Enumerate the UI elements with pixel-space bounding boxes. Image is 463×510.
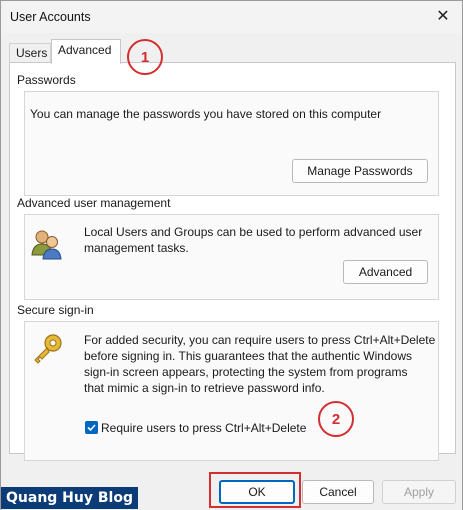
- passwords-description: You can manage the passwords you have st…: [30, 107, 382, 121]
- key-icon: [34, 334, 62, 364]
- checkmark-icon: [87, 424, 96, 432]
- window-title: User Accounts: [10, 10, 91, 24]
- tab-users[interactable]: Users: [9, 43, 51, 63]
- annotation-marker-1: 1: [127, 39, 163, 75]
- passwords-group-box: You can manage the passwords you have st…: [24, 91, 439, 196]
- passwords-heading: Passwords: [17, 73, 80, 87]
- advanced-user-mgmt-description-2: management tasks.: [84, 241, 189, 255]
- require-ctrl-alt-delete-checkbox[interactable]: [85, 421, 98, 434]
- advanced-user-mgmt-heading: Advanced user management: [17, 196, 175, 210]
- annotation-marker-2: 2: [318, 401, 354, 437]
- secure-signin-group-box: For added security, you can require user…: [24, 321, 439, 461]
- secure-signin-heading: Secure sign-in: [17, 303, 98, 317]
- secure-signin-description-1: For added security, you can require user…: [84, 333, 436, 347]
- blog-watermark: Quang Huy Blog: [1, 487, 138, 509]
- user-accounts-window: User Accounts ✕ Users Advanced You can m…: [0, 0, 463, 510]
- cancel-button[interactable]: Cancel: [302, 480, 374, 504]
- manage-passwords-button[interactable]: Manage Passwords: [292, 159, 428, 183]
- annotation-ok-highlight: [209, 472, 301, 508]
- close-button[interactable]: ✕: [428, 3, 458, 29]
- title-bar: User Accounts ✕: [1, 1, 462, 33]
- tab-advanced[interactable]: Advanced: [51, 39, 121, 64]
- advanced-button[interactable]: Advanced: [343, 260, 428, 284]
- require-ctrl-alt-delete-label[interactable]: Require users to press Ctrl+Alt+Delete: [101, 420, 306, 436]
- secure-signin-description-2: before signing in. This guarantees that …: [84, 349, 412, 363]
- advanced-user-management-group-box: Local Users and Groups can be used to pe…: [24, 214, 439, 300]
- users-icon: [31, 230, 62, 260]
- tab-strip: Users Advanced: [7, 39, 457, 64]
- secure-signin-description-3: sign-in screen appears, protecting the s…: [84, 365, 408, 379]
- advanced-user-mgmt-description-1: Local Users and Groups can be used to pe…: [84, 225, 423, 239]
- close-icon: ✕: [436, 8, 450, 25]
- secure-signin-description-4: that mimic a sign-in to retrieve passwor…: [84, 381, 325, 395]
- apply-button: Apply: [382, 480, 456, 504]
